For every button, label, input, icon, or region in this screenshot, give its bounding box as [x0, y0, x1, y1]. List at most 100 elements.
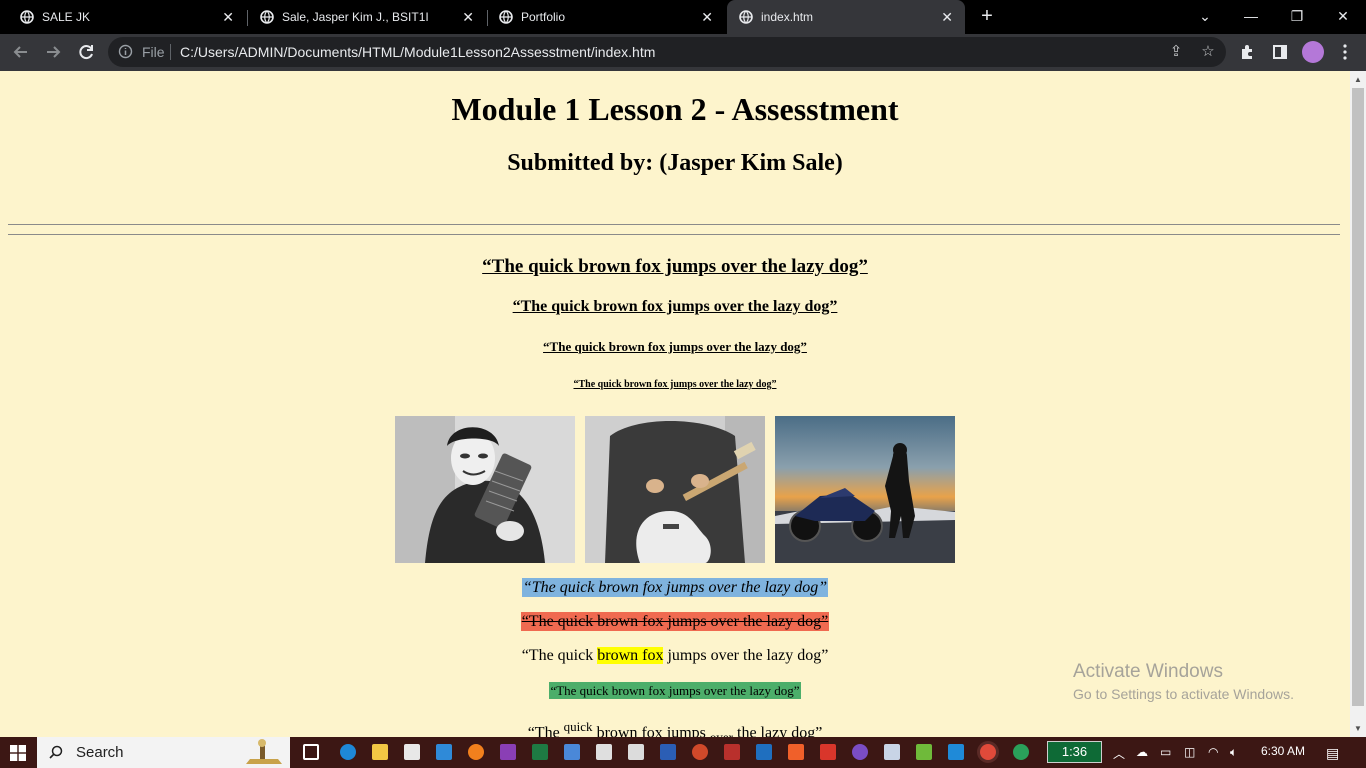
masked-hacker-photo	[395, 416, 575, 563]
mail-icon[interactable]	[436, 744, 452, 760]
chrome-icon[interactable]	[980, 744, 996, 760]
highlighted-text: brown fox	[597, 647, 664, 664]
horizontal-rule	[8, 224, 1340, 225]
supsub-part-1: “The	[527, 724, 564, 737]
outlook-icon[interactable]	[756, 744, 772, 760]
close-icon[interactable]: ✕	[941, 9, 953, 25]
close-window-button[interactable]: ✕	[1320, 0, 1366, 34]
chrome-alt-icon[interactable]	[1013, 744, 1029, 760]
scroll-down-icon[interactable]: ▼	[1352, 723, 1364, 735]
guitarist-photo	[585, 416, 765, 563]
tab-strip: SALE JK ✕ Sale, Jasper Kim J., BSIT1I ✕ …	[0, 0, 1366, 34]
picsart-icon[interactable]	[852, 744, 868, 760]
notes-icon[interactable]	[916, 744, 932, 760]
taskbar-search-box[interactable]: Search	[37, 737, 290, 768]
heading-size-2: “The quick brown fox jumps over the lazy…	[512, 298, 838, 315]
page-viewport: Module 1 Lesson 2 - Assesstment Submitte…	[0, 71, 1350, 737]
windows-start-icon[interactable]	[10, 745, 26, 761]
timer-widget[interactable]: 1:36	[1047, 741, 1102, 763]
clock-time[interactable]: 6:30 AM	[1261, 744, 1305, 758]
access-icon[interactable]	[724, 744, 740, 760]
supsub-part-2: brown fox jumps	[592, 724, 710, 737]
tab-portfolio[interactable]: Portfolio ✕	[487, 0, 725, 34]
mark-before: “The quick	[521, 647, 598, 664]
side-panel-icon	[1273, 45, 1287, 59]
chevron-up-icon[interactable]: ︿	[1113, 745, 1125, 762]
heading-size-1: “The quick brown fox jumps over the lazy…	[482, 256, 868, 277]
page-subtitle: Submitted by: (Jasper Kim Sale)	[507, 150, 843, 176]
mark-after: jumps over the lazy dog”	[663, 647, 829, 664]
italic-paragraph: “The quick brown fox jumps over the lazy…	[0, 578, 1350, 597]
tab-sale-jasper[interactable]: Sale, Jasper Kim J., BSIT1I ✕	[248, 0, 486, 34]
side-panel-button[interactable]	[1269, 41, 1291, 63]
small-text: “The quick brown fox jumps over the lazy…	[549, 682, 801, 699]
close-icon[interactable]: ✕	[462, 9, 474, 25]
globe-icon	[739, 10, 753, 24]
calculator-icon[interactable]	[564, 744, 580, 760]
wifi-icon[interactable]: ◠	[1208, 745, 1218, 759]
volume-icon[interactable]: 🔈︎	[1230, 745, 1237, 760]
store-icon[interactable]	[404, 744, 420, 760]
share-icon[interactable]: ⇪	[1166, 42, 1186, 62]
excel-icon[interactable]	[532, 744, 548, 760]
address-bar[interactable]: File C:/Users/ADMIN/Documents/HTML/Modul…	[108, 37, 1226, 67]
search-highlight-icon	[246, 739, 282, 764]
forward-button[interactable]	[42, 41, 64, 63]
reload-button[interactable]	[75, 41, 97, 63]
photos-icon[interactable]	[628, 744, 644, 760]
subscript-text: over	[710, 730, 733, 737]
profile-avatar[interactable]	[1302, 41, 1324, 63]
browser-toolbar: File C:/Users/ADMIN/Documents/HTML/Modul…	[0, 34, 1366, 71]
tab-title: Portfolio	[521, 10, 566, 24]
supsub-paragraph: “The quick brown fox jumps over the lazy…	[0, 719, 1350, 737]
firefox-icon[interactable]	[468, 744, 484, 760]
onenote-icon[interactable]	[500, 744, 516, 760]
powerpoint-icon[interactable]	[692, 744, 708, 760]
word-icon[interactable]	[660, 744, 676, 760]
omnibox-divider	[170, 44, 171, 60]
task-view-icon[interactable]	[303, 744, 319, 760]
onedrive-icon[interactable]: ☁	[1136, 745, 1148, 759]
heading-size-4: “The quick brown fox jumps over the lazy…	[573, 379, 777, 390]
arrow-right-icon	[47, 46, 61, 58]
file-explorer-icon[interactable]	[372, 744, 388, 760]
info-icon[interactable]	[118, 44, 133, 59]
back-button[interactable]	[10, 41, 32, 63]
reload-icon	[79, 45, 93, 60]
extensions-button[interactable]	[1237, 41, 1259, 63]
notepad-icon[interactable]	[884, 744, 900, 760]
edge-icon[interactable]	[340, 744, 356, 760]
tab-search-chevron-icon[interactable]: ⌄	[1182, 0, 1228, 34]
news-icon[interactable]	[596, 744, 612, 760]
horizontal-rule	[8, 234, 1340, 235]
search-placeholder: Search	[76, 744, 124, 761]
globe-icon	[20, 10, 34, 24]
scrollbar-thumb[interactable]	[1352, 88, 1364, 706]
battery-icon[interactable]: ▭	[1160, 745, 1171, 759]
tab-title: SALE JK	[42, 10, 91, 24]
tab-sale-jk[interactable]: SALE JK ✕	[8, 0, 246, 34]
windows-taskbar: Search 1:36 ︿ ☁ ▭ ◫ ◠ 🔈︎ 6:30 AM ▤	[0, 737, 1366, 768]
tab-index-htm[interactable]: index.htm ✕	[727, 0, 965, 34]
arrow-left-icon	[13, 46, 27, 58]
restore-button[interactable]: ❐	[1274, 0, 1320, 34]
strike-paragraph: “The quick brown fox jumps over the lazy…	[0, 612, 1350, 631]
globe-icon	[499, 10, 513, 24]
minimize-button[interactable]: —	[1228, 0, 1274, 34]
star-icon[interactable]: ☆	[1198, 42, 1218, 62]
device-icon[interactable]: ◫	[1184, 745, 1195, 759]
motorcycle-rider-photo	[775, 416, 955, 563]
brave-icon[interactable]	[788, 744, 804, 760]
url-text[interactable]: C:/Users/ADMIN/Documents/HTML/Module1Les…	[180, 44, 655, 60]
scroll-up-icon[interactable]: ▲	[1352, 74, 1364, 86]
notifications-icon[interactable]: ▤	[1326, 745, 1339, 762]
vscode-icon[interactable]	[948, 744, 964, 760]
close-icon[interactable]: ✕	[222, 9, 234, 25]
wps-icon[interactable]	[820, 744, 836, 760]
kebab-menu-icon	[1343, 44, 1347, 60]
tab-title: index.htm	[761, 10, 814, 24]
close-icon[interactable]: ✕	[701, 9, 713, 25]
strikethrough-text: “The quick brown fox jumps over the lazy…	[520, 612, 830, 631]
menu-button[interactable]	[1334, 41, 1356, 63]
new-tab-button[interactable]: +	[976, 6, 998, 28]
